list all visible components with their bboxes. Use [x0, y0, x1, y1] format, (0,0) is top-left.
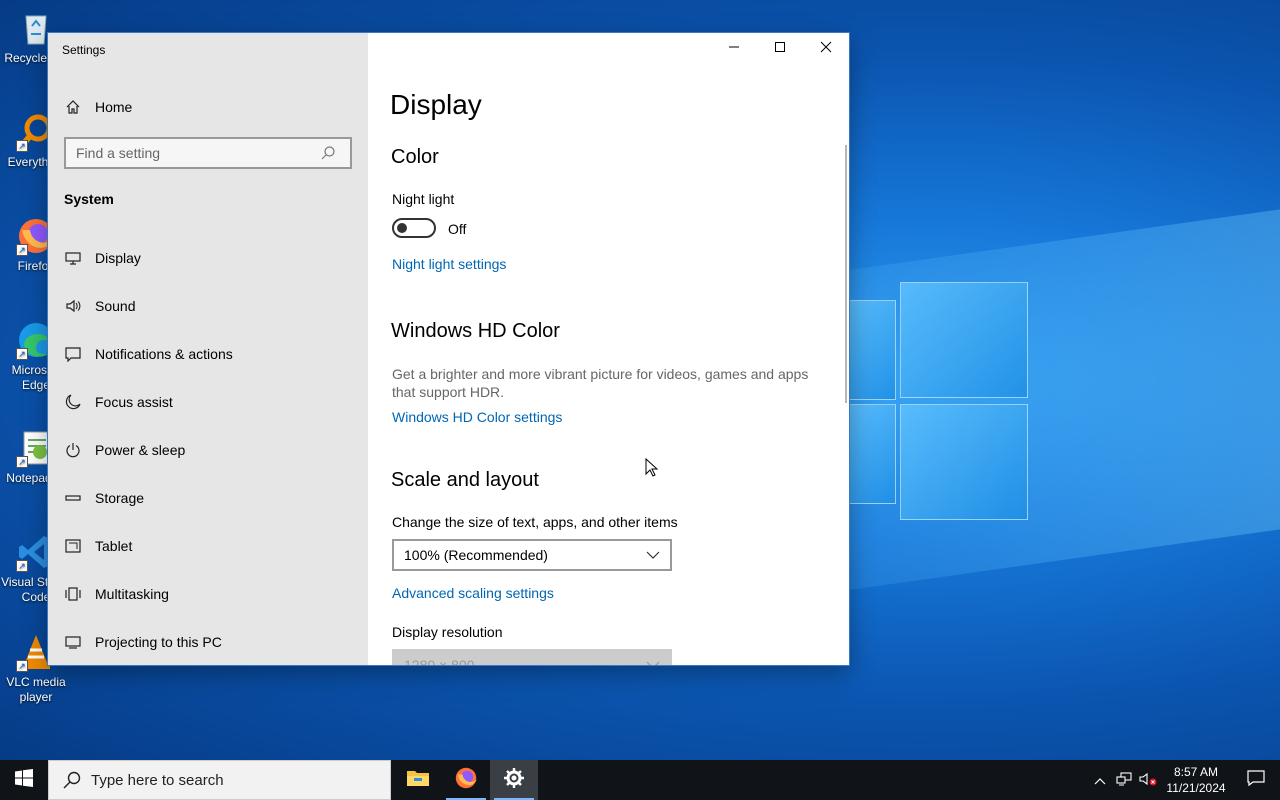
- advanced-scaling-link[interactable]: Advanced scaling settings: [392, 585, 554, 601]
- taskbar-search-input[interactable]: [91, 771, 371, 789]
- clock-time: 8:57 AM: [1173, 765, 1219, 779]
- multitasking-icon: [65, 586, 81, 602]
- power-icon: [65, 442, 81, 458]
- settings-window: Settings Home System Display: [48, 33, 849, 665]
- scale-dropdown[interactable]: 100% (Recommended): [392, 539, 672, 571]
- volume-button[interactable]: [1136, 760, 1160, 800]
- taskbar-app-firefox[interactable]: [442, 760, 490, 800]
- close-button[interactable]: [803, 33, 849, 65]
- nav-home[interactable]: Home: [48, 91, 368, 123]
- search-icon: [63, 771, 81, 789]
- nav-list: Display Sound Notifications & actions Fo…: [48, 234, 368, 665]
- sidebar-item-label: Display: [95, 250, 141, 266]
- window-title: Settings: [62, 43, 106, 57]
- sidebar-item-notifications[interactable]: Notifications & actions: [48, 330, 368, 378]
- maximize-icon: [774, 40, 786, 58]
- sidebar-item-label: Power & sleep: [95, 442, 186, 458]
- sidebar-item-label: Focus assist: [95, 394, 173, 410]
- mouse-cursor-icon: [645, 457, 659, 478]
- night-light-settings-link[interactable]: Night light settings: [392, 256, 506, 272]
- hd-color-heading: Windows HD Color: [391, 320, 560, 342]
- display-settings-pane: Display Color Night light Off Night ligh…: [368, 33, 849, 665]
- section-title-system: System: [64, 191, 114, 207]
- resolution-dropdown-value: 1280 × 800: [404, 657, 475, 665]
- windows-start-icon: [15, 768, 33, 792]
- chevron-down-icon: [646, 657, 660, 665]
- moon-icon: [65, 394, 81, 410]
- windows-logo-wallpaper: [848, 282, 1028, 522]
- window-controls: [711, 33, 849, 65]
- night-light-toggle[interactable]: [392, 218, 436, 238]
- find-setting-input[interactable]: [66, 145, 316, 161]
- search-icon[interactable]: [320, 145, 336, 161]
- color-heading: Color: [391, 146, 439, 168]
- scrollbar[interactable]: [845, 145, 847, 403]
- text-size-label: Change the size of text, apps, and other…: [392, 514, 678, 530]
- network-button[interactable]: [1112, 760, 1136, 800]
- monitor-icon: [65, 250, 81, 266]
- display-resolution-label: Display resolution: [392, 624, 503, 640]
- show-hidden-icons-button[interactable]: [1088, 760, 1112, 800]
- hd-color-description: Get a brighter and more vibrant picture …: [392, 366, 809, 400]
- minimize-button[interactable]: [711, 33, 757, 65]
- nav-home-label: Home: [95, 99, 133, 115]
- tablet-icon: [65, 538, 81, 554]
- taskbar-app-file-explorer[interactable]: [394, 760, 442, 800]
- night-light-state: Off: [448, 221, 467, 237]
- taskbar: 8:57 AM 11/21/2024: [0, 760, 1280, 800]
- action-center-button[interactable]: [1232, 760, 1280, 800]
- sidebar-item-label: Multitasking: [95, 586, 169, 602]
- sidebar-item-storage[interactable]: Storage: [48, 474, 368, 522]
- scale-dropdown-value: 100% (Recommended): [404, 547, 548, 563]
- start-button[interactable]: [0, 760, 48, 800]
- sidebar-item-label: Tablet: [95, 538, 133, 554]
- sidebar-item-label: Notifications & actions: [95, 346, 233, 362]
- volume-muted-icon: [1139, 772, 1157, 789]
- maximize-button[interactable]: [757, 33, 803, 65]
- find-setting-search[interactable]: [64, 137, 352, 169]
- sidebar-item-label: Storage: [95, 490, 145, 506]
- gear-icon: [503, 767, 525, 794]
- home-icon: [65, 99, 81, 115]
- file-explorer-icon: [406, 768, 430, 793]
- scale-layout-heading: Scale and layout: [391, 469, 539, 491]
- hd-color-settings-link[interactable]: Windows HD Color settings: [392, 409, 562, 425]
- clock[interactable]: 8:57 AM 11/21/2024: [1160, 764, 1232, 796]
- sidebar-item-multitasking[interactable]: Multitasking: [48, 570, 368, 618]
- sidebar: Settings Home System Display: [48, 33, 368, 665]
- notification-icon: [65, 346, 81, 362]
- sidebar-item-label: Projecting to this PC: [95, 634, 222, 650]
- sidebar-item-projecting[interactable]: Projecting to this PC: [48, 618, 368, 665]
- storage-icon: [65, 490, 81, 506]
- system-tray: 8:57 AM 11/21/2024: [1088, 760, 1280, 800]
- sidebar-item-sound[interactable]: Sound: [48, 282, 368, 330]
- toggle-knob: [397, 223, 407, 233]
- taskbar-app-settings[interactable]: [490, 760, 538, 800]
- resolution-dropdown: 1280 × 800: [392, 649, 672, 665]
- minimize-icon: [728, 40, 740, 58]
- close-icon: [820, 40, 832, 58]
- firefox-icon: [454, 766, 478, 795]
- page-title: Display: [390, 89, 482, 120]
- chevron-down-icon: [646, 547, 660, 563]
- chevron-up-icon: [1094, 773, 1106, 788]
- sidebar-item-focus-assist[interactable]: Focus assist: [48, 378, 368, 426]
- taskbar-search[interactable]: [48, 760, 391, 800]
- projecting-icon: [65, 634, 81, 650]
- clock-date: 11/21/2024: [1166, 781, 1226, 795]
- desktop-icon-label: VLC media player: [6, 675, 66, 704]
- sidebar-item-label: Sound: [95, 298, 136, 314]
- sidebar-item-power-sleep[interactable]: Power & sleep: [48, 426, 368, 474]
- speaker-icon: [65, 298, 81, 314]
- night-light-label: Night light: [392, 191, 455, 207]
- notification-icon: [1247, 769, 1265, 792]
- sidebar-item-tablet[interactable]: Tablet: [48, 522, 368, 570]
- sidebar-item-display[interactable]: Display: [48, 234, 368, 282]
- network-icon: [1116, 771, 1132, 789]
